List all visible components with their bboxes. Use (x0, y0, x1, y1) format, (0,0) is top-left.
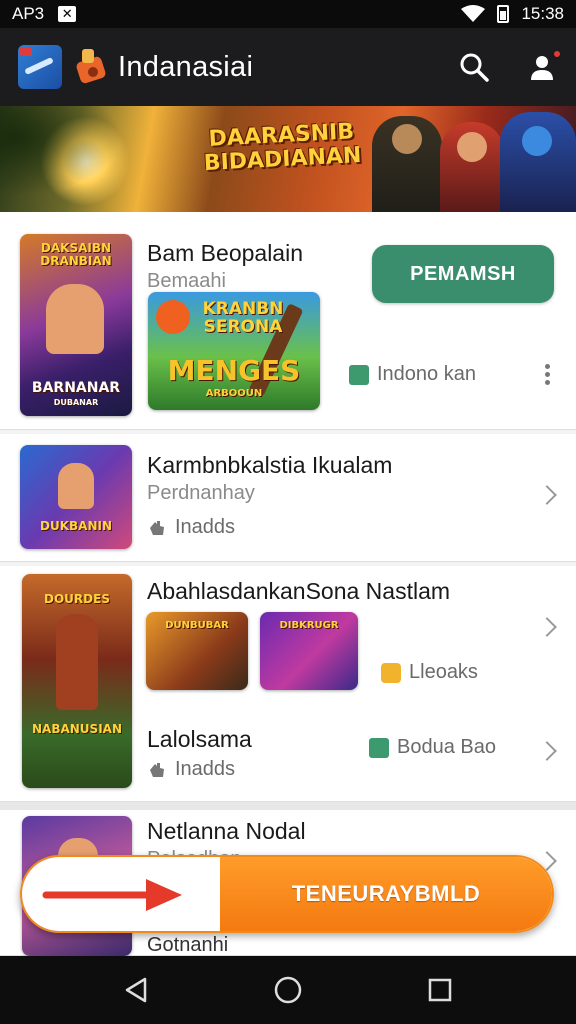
featured-promo-image: KRANBN SERONA MENGES ARBOOUN (148, 292, 320, 410)
item-tag: Lleoaks (381, 661, 478, 684)
hero-soldier (372, 116, 442, 212)
game-list: DAKSAIBN DRANBIAN BARNANAR DUBANAR Bam B… (0, 212, 576, 956)
divider (0, 802, 576, 810)
action-label[interactable]: TENEURAYBMLD (220, 857, 552, 931)
item-meta: Inadds (147, 516, 235, 539)
banner-title: DAARASNIB BIDADIANAN (203, 119, 362, 177)
status-bar: AP3 ✕ 15:38 (0, 0, 576, 28)
tag-square-icon (369, 737, 389, 758)
item-title: Gotnanhi (147, 934, 229, 956)
navigation-bar (0, 956, 576, 1024)
floating-action-button[interactable]: TENEURAYBMLD (20, 855, 554, 933)
search-icon (460, 53, 489, 82)
featured-card[interactable]: DAKSAIBN DRANBIAN BARNANAR DUBANAR Bam B… (0, 212, 576, 430)
wifi-icon (461, 5, 486, 22)
game-thumbnail: DUKBANIN (20, 445, 132, 549)
screenshot-thumbnail: DUNBUBAR (146, 612, 248, 690)
hero-helmet (500, 112, 576, 212)
chevron-right-icon (537, 741, 557, 761)
search-button[interactable] (458, 51, 490, 83)
tag-square-icon (381, 662, 401, 683)
recents-icon (428, 978, 452, 1002)
item-tag: Bodua Bao (369, 736, 496, 759)
slide-track[interactable] (22, 857, 220, 931)
list-item[interactable]: Lalolsama Inadds Bodua Bao (0, 698, 576, 798)
featured-tag: Indono kan (349, 363, 476, 386)
profile-button[interactable] (526, 49, 562, 83)
back-icon (125, 977, 147, 1003)
app-bar: Indanasiai (0, 28, 576, 106)
carrier-label: AP3 (12, 4, 45, 23)
chevron-right-icon (537, 617, 557, 637)
notification-badge (552, 49, 562, 59)
notification-icon: ✕ (58, 6, 77, 22)
hero-girl (440, 122, 504, 212)
list-item[interactable]: DUKBANIN Karmbnbkalstia Ikualam Perdnanh… (0, 434, 576, 562)
hand-icon (150, 520, 164, 535)
app-title: Indanasiai (118, 50, 254, 83)
featured-subtitle: Bemaahi (147, 270, 226, 292)
arrow-right-icon (42, 879, 182, 911)
item-subtitle: Perdnanhay (147, 482, 255, 504)
screenshot-thumbnail: DIBKRUGR (260, 612, 358, 690)
install-button[interactable]: PEMAMSH (372, 245, 554, 303)
tag-square-icon (349, 364, 369, 385)
blaster-icon (74, 45, 110, 89)
featured-cover-image: DAKSAIBN DRANBIAN BARNANAR DUBANAR (20, 234, 132, 416)
app-logo-icon[interactable] (18, 45, 62, 89)
clock: 15:38 (521, 4, 564, 23)
item-meta: Inadds (147, 758, 235, 781)
recents-button[interactable] (418, 968, 462, 1012)
item-title: AbahlasdankanSona Nastlam (147, 578, 451, 604)
item-title: Lalolsama (147, 726, 252, 752)
jungle-graphic (0, 106, 150, 212)
home-button[interactable] (266, 968, 310, 1012)
more-options-icon[interactable] (545, 364, 551, 388)
promo-banner[interactable]: DAARASNIB BIDADIANAN (0, 106, 576, 212)
home-icon (274, 976, 302, 1004)
battery-icon (497, 5, 510, 23)
hand-icon (150, 762, 164, 777)
featured-title: Bam Beopalain (147, 240, 303, 266)
chevron-right-icon (537, 485, 557, 505)
item-title: Netlanna Nodal (147, 818, 306, 844)
back-button[interactable] (114, 968, 158, 1012)
item-title: Karmbnbkalstia Ikualam (147, 452, 393, 478)
